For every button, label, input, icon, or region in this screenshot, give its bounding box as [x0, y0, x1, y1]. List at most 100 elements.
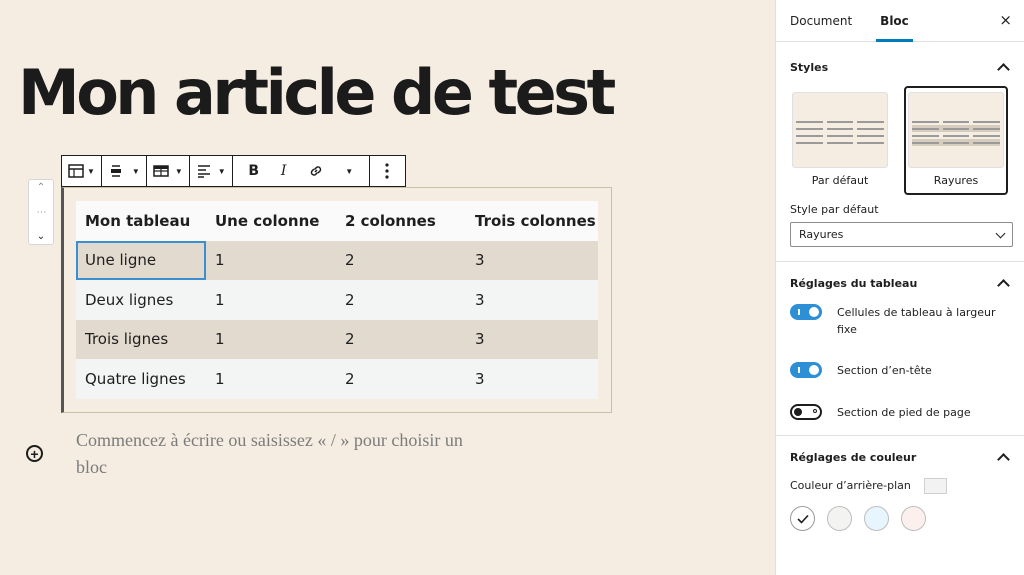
- table-cell[interactable]: 3: [466, 280, 598, 320]
- drag-handle-icon[interactable]: ⋯: [37, 207, 47, 218]
- table-settings-header[interactable]: Réglages du tableau: [790, 262, 1010, 304]
- table-block: Mon tableau Une colonne 2 colonnes Trois…: [76, 201, 598, 399]
- style-preview: [908, 92, 1004, 168]
- edit-table-icon[interactable]: ▼: [151, 156, 185, 186]
- block-toolbar: ▼ ▼ ▼ ▼ B I ▼: [61, 155, 406, 187]
- table-header-cell[interactable]: Trois colonnes: [466, 201, 598, 241]
- table-cell[interactable]: 1: [206, 319, 336, 359]
- block-type-group: ▼: [62, 156, 102, 186]
- fixed-width-toggle[interactable]: [790, 304, 822, 320]
- chevron-up-icon: [997, 278, 1010, 292]
- more-rich-text-icon[interactable]: ▼: [333, 156, 363, 186]
- chevron-up-icon: [997, 62, 1010, 76]
- table-cell[interactable]: 2: [336, 319, 466, 359]
- chevron-down-icon: ▼: [131, 166, 140, 176]
- style-option-stripes[interactable]: Rayures: [904, 86, 1008, 195]
- table-cell[interactable]: 1: [206, 240, 336, 280]
- table-row: Trois lignes 1 2 3: [76, 319, 598, 359]
- table-cell[interactable]: 3: [466, 240, 598, 280]
- chevron-down-icon: ▼: [345, 166, 354, 176]
- table-cell[interactable]: Trois lignes: [76, 319, 206, 359]
- table-cell[interactable]: Deux lignes: [76, 280, 206, 320]
- tab-document[interactable]: Document: [776, 0, 866, 41]
- footer-section-toggle[interactable]: [790, 404, 822, 420]
- table-cell[interactable]: 2: [336, 280, 466, 320]
- table-cell[interactable]: 3: [466, 319, 598, 359]
- move-down-icon[interactable]: ⌄: [37, 231, 45, 242]
- block-mover: ⌃ ⋯ ⌄: [28, 179, 54, 245]
- chevron-down-icon: ▼: [87, 166, 95, 176]
- tab-block[interactable]: Bloc: [866, 0, 923, 42]
- check-icon: [796, 514, 809, 524]
- styles-panel: Styles Par défaut Rayures Style par défa…: [776, 42, 1024, 262]
- panel-title: Réglages de couleur: [790, 450, 917, 464]
- link-icon[interactable]: [299, 156, 333, 186]
- table-header-cell[interactable]: Une colonne: [206, 201, 336, 241]
- color-swatch-blue[interactable]: [864, 506, 889, 531]
- color-swatch-white[interactable]: [790, 506, 815, 531]
- italic-icon[interactable]: I: [269, 156, 299, 186]
- table-cell[interactable]: 2: [336, 359, 466, 399]
- chevron-down-icon: [995, 228, 1006, 238]
- background-color-row: Couleur d’arrière-plan: [790, 478, 1010, 494]
- table-header-cell[interactable]: 2 colonnes: [336, 201, 466, 241]
- panel-title: Styles: [790, 60, 829, 74]
- close-icon[interactable]: ×: [999, 11, 1012, 29]
- sidebar-tabs: Document Bloc ×: [776, 0, 1024, 42]
- table-cell[interactable]: Quatre lignes: [76, 359, 206, 399]
- table-icon[interactable]: ▼: [66, 156, 97, 186]
- background-color-label: Couleur d’arrière-plan: [790, 479, 911, 492]
- edit-table-group: ▼: [147, 156, 190, 186]
- table-header-row: Mon tableau Une colonne 2 colonnes Trois…: [76, 201, 598, 241]
- table-cell[interactable]: 2: [336, 240, 466, 280]
- table-cell[interactable]: 1: [206, 359, 336, 399]
- table-row: Quatre lignes 1 2 3: [76, 359, 598, 399]
- style-option-label: Rayures: [933, 174, 979, 187]
- format-group: B I ▼: [233, 156, 370, 186]
- style-options: Par défaut Rayures: [790, 86, 1010, 195]
- more-options-icon[interactable]: [374, 156, 400, 186]
- color-settings-header[interactable]: Réglages de couleur: [790, 436, 1010, 478]
- toggle-fixed-width-row: Cellules de tableau à largeur fixe: [790, 304, 1010, 338]
- toggle-label: Section d’en-tête: [837, 364, 932, 377]
- header-section-toggle[interactable]: [790, 362, 822, 378]
- align-group: ▼: [102, 156, 147, 186]
- current-color-indicator: [924, 478, 948, 494]
- table-cell[interactable]: 3: [466, 359, 598, 399]
- table-settings-panel: Réglages du tableau Cellules de tableau …: [776, 262, 1024, 436]
- default-style-select[interactable]: Rayures: [790, 222, 1013, 247]
- default-style-label: Style par défaut: [790, 203, 879, 216]
- color-swatch-gray[interactable]: [827, 506, 852, 531]
- text-align-group: ▼: [190, 156, 233, 186]
- options-group: [370, 156, 404, 186]
- style-option-default[interactable]: Par défaut: [790, 92, 890, 195]
- chevron-down-icon: ▼: [174, 166, 183, 176]
- table-cell-selected[interactable]: Une ligne: [76, 240, 206, 280]
- toggle-label: Section de pied de page: [837, 406, 971, 419]
- table-row: Une ligne 1 2 3: [76, 240, 598, 280]
- block-placeholder[interactable]: Commencez à écrire ou saisissez « / » po…: [76, 427, 496, 481]
- chevron-down-icon: ▼: [217, 166, 226, 176]
- text-align-icon[interactable]: ▼: [194, 156, 228, 186]
- style-preview: [792, 92, 888, 168]
- move-up-icon[interactable]: ⌃: [37, 182, 45, 193]
- color-palette: [790, 506, 1010, 531]
- toggle-label: Cellules de tableau à largeur fixe: [837, 306, 996, 336]
- panel-title: Réglages du tableau: [790, 276, 918, 290]
- editor-canvas: Mon article de test ⌃ ⋯ ⌄ ▼ ▼ ▼ ▼ B I ▼ …: [0, 0, 775, 575]
- table-cell[interactable]: 1: [206, 280, 336, 320]
- color-swatch-pink[interactable]: [901, 506, 926, 531]
- align-center-icon[interactable]: ▼: [106, 156, 142, 186]
- toggle-footer-row: Section de pied de page: [790, 404, 1010, 421]
- post-title[interactable]: Mon article de test: [18, 62, 616, 124]
- table-header-cell[interactable]: Mon tableau: [76, 201, 206, 241]
- table-row: Deux lignes 1 2 3: [76, 280, 598, 320]
- toggle-header-row: Section d’en-tête: [790, 362, 1010, 379]
- settings-sidebar: Document Bloc × Styles Par défaut Rayure…: [775, 0, 1024, 575]
- style-option-label: Par défaut: [811, 174, 869, 187]
- styles-panel-header[interactable]: Styles: [790, 42, 1010, 92]
- add-block-icon[interactable]: +: [26, 445, 43, 462]
- select-value: Rayures: [799, 228, 844, 241]
- color-settings-panel: Réglages de couleur Couleur d’arrière-pl…: [776, 436, 1024, 531]
- bold-icon[interactable]: B: [239, 156, 269, 186]
